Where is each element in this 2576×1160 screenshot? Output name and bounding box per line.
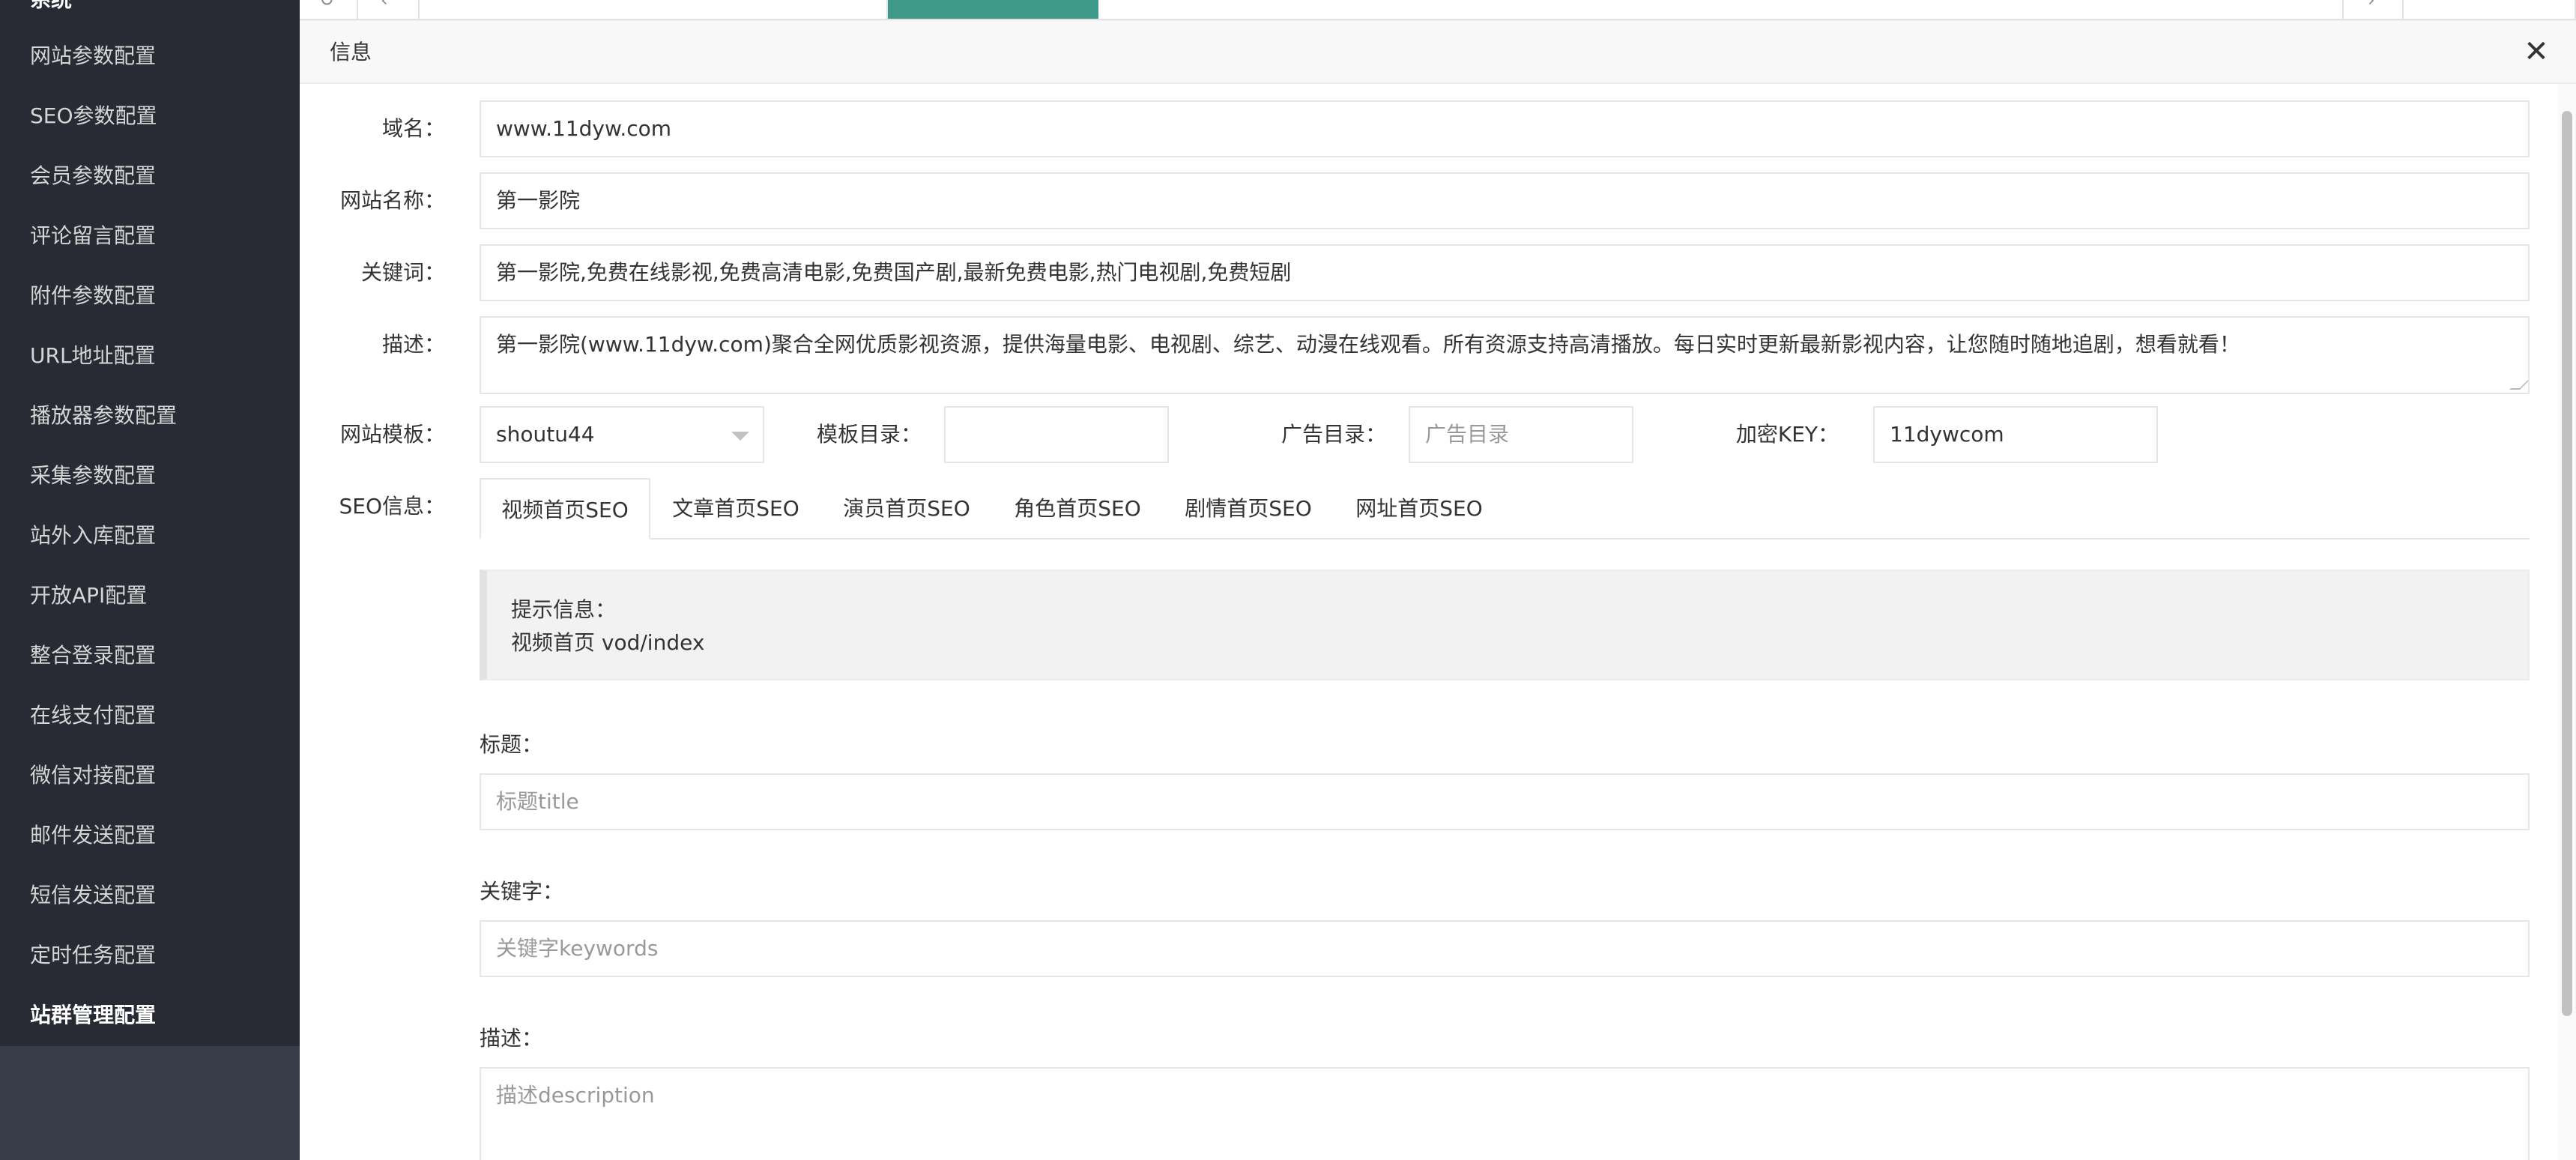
- sidebar-item-url[interactable]: URL地址配置: [30, 341, 156, 371]
- tab-url-seo[interactable]: 网址首页SEO: [1334, 478, 1505, 540]
- tip-text: 视频首页 vod/index: [511, 630, 705, 655]
- encrypt-key-label: 加密KEY：: [1735, 422, 1839, 447]
- template-select[interactable]: shoutu44: [480, 406, 764, 463]
- template-dir-input[interactable]: [944, 406, 1169, 463]
- caret-down-icon: [731, 432, 749, 441]
- description-textarea[interactable]: 第一影院(www.11dyw.com)聚合全网优质影视资源，提供海量电影、电视剧…: [480, 316, 2530, 394]
- template-dir-label: 模板目录：: [817, 422, 922, 447]
- sidebar-item-attachment[interactable]: 附件参数配置: [30, 281, 156, 311]
- site-name-input[interactable]: 第一影院: [480, 172, 2530, 229]
- seo-keywords-label: 关键字：: [480, 879, 564, 904]
- sidebar-item-site-group[interactable]: 站群管理配置: [30, 1000, 156, 1030]
- domain-input[interactable]: www.11dyw.com: [480, 100, 2530, 157]
- dialog-scrollbar[interactable]: [2558, 84, 2576, 1160]
- template-select-value: shoutu44: [496, 422, 595, 447]
- sidebar-item-wechat[interactable]: 微信对接配置: [30, 761, 156, 791]
- sidebar-item-email[interactable]: 邮件发送配置: [30, 821, 156, 851]
- sidebar-item-seo-params[interactable]: SEO参数配置: [30, 101, 157, 131]
- tabbar-next-button[interactable]: ›: [2342, 0, 2404, 19]
- seo-description-textarea[interactable]: 描述description: [480, 1067, 2530, 1160]
- sidebar-item-payment[interactable]: 在线支付配置: [30, 701, 156, 731]
- page-tabbar: ↻ ‹ ›: [300, 0, 2576, 20]
- tab-video-seo[interactable]: 视频首页SEO: [480, 478, 650, 540]
- seo-tabs: 视频首页SEO 文章首页SEO 演员首页SEO 角色首页SEO 剧情首页SEO …: [480, 478, 2530, 540]
- tabbar-tab[interactable]: [420, 0, 888, 19]
- sidebar-item-member-params[interactable]: 会员参数配置: [30, 161, 156, 191]
- seo-title-input[interactable]: 标题title: [480, 773, 2530, 830]
- tabbar-active-tab[interactable]: [888, 0, 1098, 19]
- tab-role-seo[interactable]: 角色首页SEO: [992, 478, 1163, 540]
- scrollbar-thumb[interactable]: [2562, 111, 2572, 1016]
- sidebar-item-player[interactable]: 播放器参数配置: [30, 401, 177, 431]
- sidebar-item-api[interactable]: 开放API配置: [30, 581, 147, 611]
- sidebar-item-comment[interactable]: 评论留言配置: [30, 221, 156, 251]
- sidebar-item-cron[interactable]: 定时任务配置: [30, 940, 156, 970]
- chevron-right-icon: ›: [2368, 0, 2375, 10]
- encrypt-key-input[interactable]: 11dywcom: [1873, 406, 2158, 463]
- dialog-title: 信息: [330, 40, 372, 64]
- close-icon[interactable]: ✕: [2519, 34, 2554, 69]
- tabbar-actions[interactable]: [2404, 0, 2576, 19]
- seo-info-label: SEO信息：: [339, 494, 445, 519]
- seo-title-label: 标题：: [480, 732, 543, 757]
- keywords-label: 关键词：: [360, 260, 445, 285]
- seo-keywords-input[interactable]: 关键字keywords: [480, 920, 2530, 977]
- tabbar-refresh-button[interactable]: ↻: [300, 0, 358, 19]
- seo-description-label: 描述：: [480, 1026, 543, 1051]
- tab-plot-seo[interactable]: 剧情首页SEO: [1163, 478, 1334, 540]
- sidebar-item-site-params[interactable]: 网站参数配置: [30, 41, 156, 71]
- ad-dir-label: 广告目录：: [1281, 422, 1387, 447]
- site-name-label: 网站名称：: [339, 188, 445, 213]
- keywords-input[interactable]: 第一影院,免费在线影视,免费高清电影,免费国产剧,最新免费电影,热门电视剧,免费…: [480, 244, 2530, 301]
- sidebar-menu: 系统 网站参数配置 SEO参数配置 会员参数配置 评论留言配置 附件参数配置 U…: [0, 0, 300, 1046]
- dialog-header: 信息 ✕: [300, 21, 2576, 84]
- refresh-icon: ↻: [319, 0, 335, 10]
- chevron-left-icon: ‹: [381, 0, 388, 10]
- tip-box: 提示信息： 视频首页 vod/index: [480, 570, 2530, 680]
- description-text: 第一影院(www.11dyw.com)聚合全网优质影视资源，提供海量电影、电视剧…: [496, 332, 2240, 357]
- template-label: 网站模板：: [339, 422, 445, 447]
- domain-label: 域名：: [381, 116, 445, 141]
- tab-article-seo[interactable]: 文章首页SEO: [650, 478, 821, 540]
- sidebar-section-header: 系统: [30, 0, 72, 13]
- ad-dir-input[interactable]: 广告目录: [1409, 406, 1633, 463]
- sidebar: 系统 网站参数配置 SEO参数配置 会员参数配置 评论留言配置 附件参数配置 U…: [0, 0, 300, 1160]
- sidebar-item-sms[interactable]: 短信发送配置: [30, 880, 156, 910]
- sidebar-item-collect[interactable]: 采集参数配置: [30, 461, 156, 491]
- tip-title: 提示信息：: [511, 597, 617, 622]
- sidebar-item-login[interactable]: 整合登录配置: [30, 641, 156, 671]
- tabbar-prev-button[interactable]: ‹: [358, 0, 420, 19]
- tab-actor-seo[interactable]: 演员首页SEO: [821, 478, 992, 540]
- resize-handle-icon[interactable]: [2509, 379, 2528, 390]
- sidebar-item-import[interactable]: 站外入库配置: [30, 521, 156, 551]
- description-label: 描述：: [381, 332, 445, 357]
